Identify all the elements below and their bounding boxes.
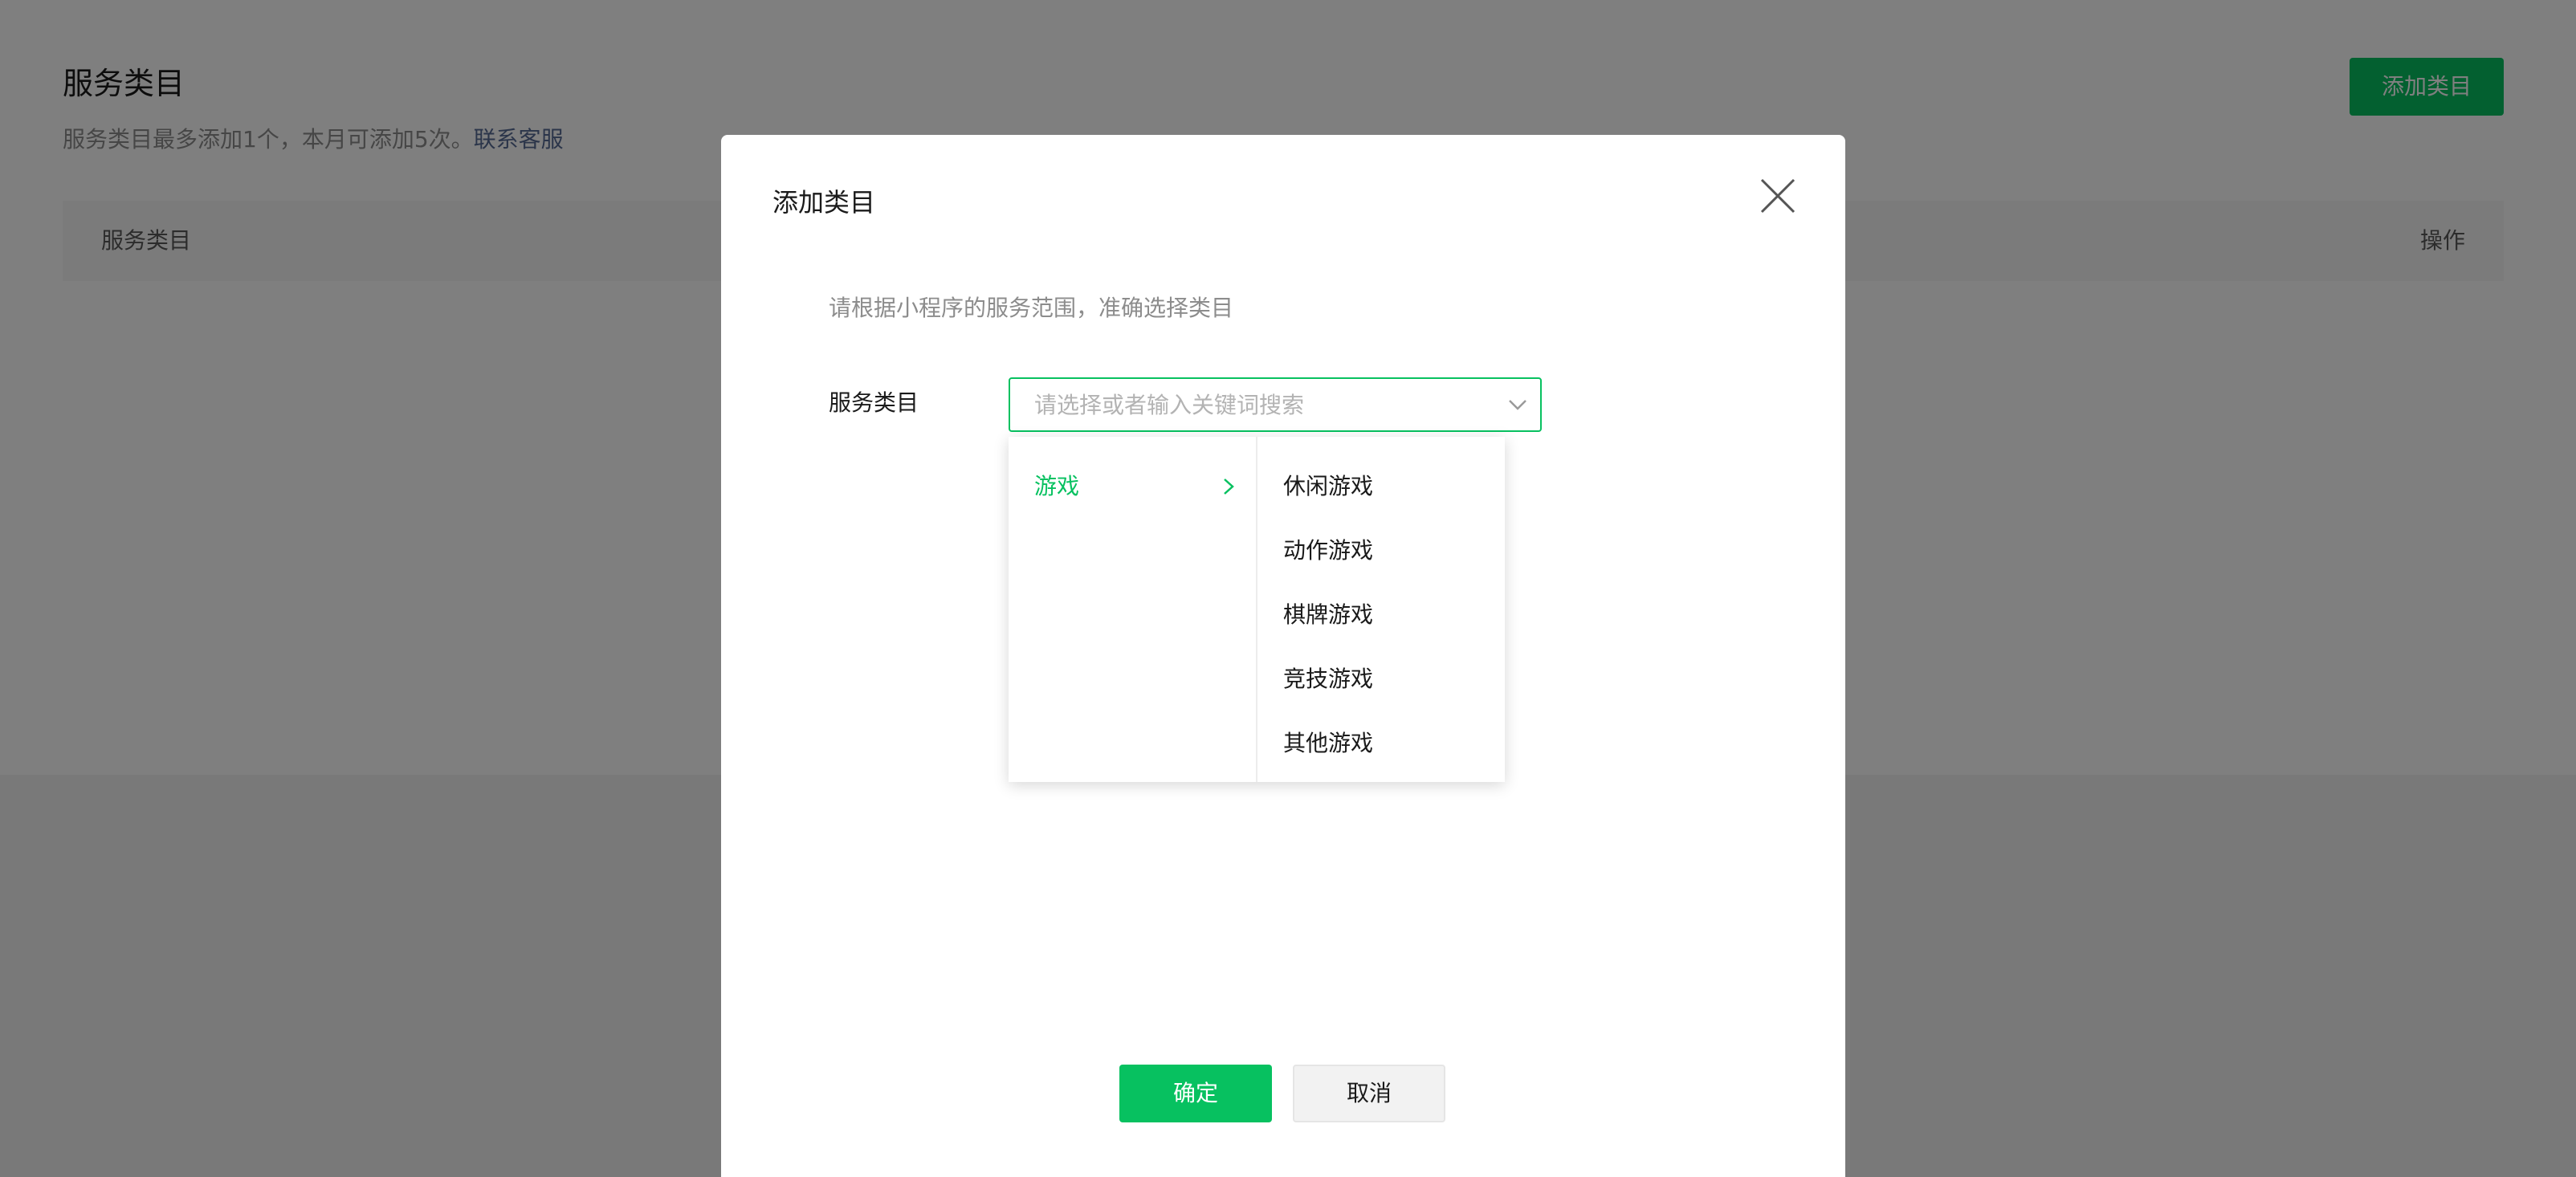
category-cascader: 游戏 休闲游戏 动作游戏 棋牌游戏 竞技游戏 其他游戏 [1009, 437, 1505, 782]
subcategory-item[interactable]: 动作游戏 [1257, 519, 1505, 583]
close-icon [1760, 178, 1795, 214]
subcategory-item[interactable]: 棋牌游戏 [1257, 583, 1505, 647]
dialog-hint: 请根据小程序的服务范围，准确选择类目 [829, 295, 1234, 321]
cancel-button[interactable]: 取消 [1293, 1065, 1445, 1122]
category-select[interactable] [1009, 377, 1542, 432]
subcategory-item[interactable]: 其他游戏 [1257, 711, 1505, 776]
close-button[interactable] [1757, 175, 1799, 217]
subcategory-item[interactable]: 竞技游戏 [1257, 647, 1505, 711]
cascader-primary-column: 游戏 [1009, 437, 1257, 782]
subcategory-label: 棋牌游戏 [1283, 601, 1374, 628]
category-search-input[interactable] [1010, 379, 1492, 430]
add-category-dialog: 添加类目 请根据小程序的服务范围，准确选择类目 服务类目 游戏 休闲游戏 [721, 135, 1845, 1177]
chevron-down-icon[interactable] [1506, 395, 1529, 414]
dialog-title: 添加类目 [772, 187, 876, 218]
subcategory-item[interactable]: 休闲游戏 [1257, 454, 1505, 519]
service-category-label: 服务类目 [829, 389, 919, 416]
chevron-right-icon [1224, 479, 1234, 495]
category-item-label: 游戏 [1034, 473, 1080, 499]
category-item-games[interactable]: 游戏 [1009, 454, 1256, 519]
subcategory-label: 休闲游戏 [1283, 473, 1374, 499]
subcategory-label: 竞技游戏 [1283, 666, 1374, 692]
subcategory-label: 动作游戏 [1283, 537, 1374, 564]
cascader-secondary-column: 休闲游戏 动作游戏 棋牌游戏 竞技游戏 其他游戏 [1257, 437, 1505, 782]
confirm-button[interactable]: 确定 [1119, 1065, 1272, 1122]
subcategory-label: 其他游戏 [1283, 730, 1374, 756]
